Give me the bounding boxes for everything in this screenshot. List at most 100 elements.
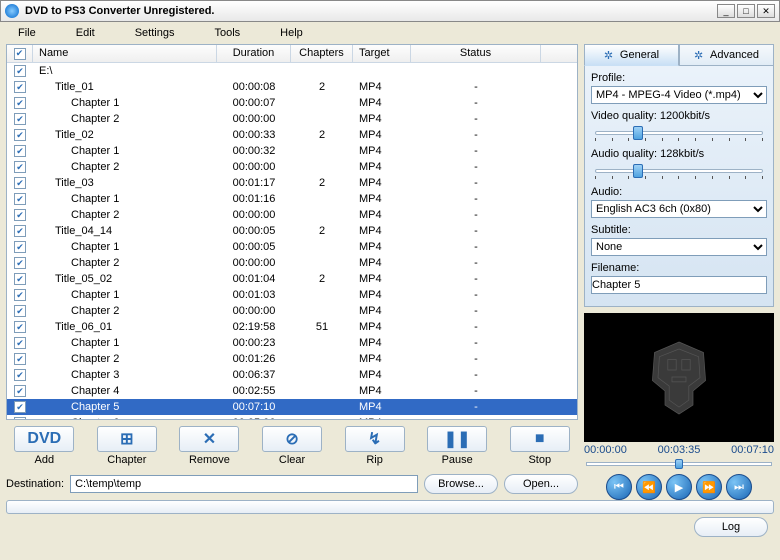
row-checkbox[interactable]: ✔ xyxy=(14,65,26,77)
clear-button[interactable]: ⊘Clear xyxy=(254,426,331,466)
table-row[interactable]: ✔ Title_02 00:00:33 2 MP4 - xyxy=(7,127,577,143)
play-button[interactable]: ▶ xyxy=(666,474,692,500)
col-name[interactable]: Name xyxy=(33,45,217,62)
row-checkbox[interactable]: ✔ xyxy=(14,273,26,285)
row-checkbox[interactable]: ✔ xyxy=(14,257,26,269)
row-checkbox[interactable]: ✔ xyxy=(14,337,26,349)
cell-status: - xyxy=(411,321,541,333)
button-label: Stop xyxy=(528,454,551,466)
remove-button[interactable]: ✕Remove xyxy=(171,426,248,466)
table-row[interactable]: ✔ Title_04_14 00:00:05 2 MP4 - xyxy=(7,223,577,239)
table-row[interactable]: ✔ Chapter 1 00:00:23 MP4 - xyxy=(7,335,577,351)
cell-target: MP4 xyxy=(353,353,411,365)
prev-button[interactable]: ⏮ xyxy=(606,474,632,500)
seek-slider[interactable] xyxy=(584,460,774,468)
table-row[interactable]: ✔ Chapter 1 00:00:05 MP4 - xyxy=(7,239,577,255)
table-row[interactable]: ✔ E:\ xyxy=(7,63,577,79)
next-button[interactable]: ⏭ xyxy=(726,474,752,500)
forward-button[interactable]: ⏩ xyxy=(696,474,722,500)
chapter-button[interactable]: ⊞Chapter xyxy=(89,426,166,466)
cell-status: - xyxy=(411,129,541,141)
open-button[interactable]: Open... xyxy=(504,474,578,494)
table-row[interactable]: ✔ Title_06_01 02:19:58 51 MP4 - xyxy=(7,319,577,335)
row-checkbox[interactable]: ✔ xyxy=(14,289,26,301)
row-checkbox[interactable]: ✔ xyxy=(14,145,26,157)
maximize-button[interactable]: □ xyxy=(737,4,755,18)
table-row[interactable]: ✔ Chapter 2 00:00:00 MP4 - xyxy=(7,303,577,319)
row-checkbox[interactable]: ✔ xyxy=(14,353,26,365)
table-body[interactable]: ✔ E:\ ✔ Title_01 00:00:08 2 MP4 -✔ Chapt… xyxy=(7,63,577,420)
menu-edit[interactable]: Edit xyxy=(76,27,95,39)
row-checkbox[interactable]: ✔ xyxy=(14,417,26,420)
button-label: Add xyxy=(35,454,55,466)
row-checkbox[interactable]: ✔ xyxy=(14,161,26,173)
pause-button[interactable]: ❚❚Pause xyxy=(419,426,496,466)
table-row[interactable]: ✔ Chapter 3 00:06:37 MP4 - xyxy=(7,367,577,383)
video-quality-slider[interactable] xyxy=(591,124,767,142)
destination-input[interactable] xyxy=(70,475,418,493)
tab-advanced[interactable]: ✲Advanced xyxy=(679,44,774,66)
table-row[interactable]: ✔ Title_05_02 00:01:04 2 MP4 - xyxy=(7,271,577,287)
subtitle-select[interactable]: None xyxy=(591,238,767,256)
row-checkbox[interactable]: ✔ xyxy=(14,209,26,221)
row-checkbox[interactable]: ✔ xyxy=(14,129,26,141)
table-row[interactable]: ✔ Chapter 2 00:00:00 MP4 - xyxy=(7,207,577,223)
cell-target: MP4 xyxy=(353,145,411,157)
col-target[interactable]: Target xyxy=(353,45,411,62)
row-checkbox[interactable]: ✔ xyxy=(14,177,26,189)
table-row[interactable]: ✔ Chapter 1 00:00:32 MP4 - xyxy=(7,143,577,159)
row-checkbox[interactable]: ✔ xyxy=(14,241,26,253)
row-checkbox[interactable]: ✔ xyxy=(14,193,26,205)
col-duration[interactable]: Duration xyxy=(217,45,291,62)
table-row[interactable]: ✔ Title_03 00:01:17 2 MP4 - xyxy=(7,175,577,191)
table-row[interactable]: ✔ Chapter 4 00:02:55 MP4 - xyxy=(7,383,577,399)
rip-button[interactable]: ↯Rip xyxy=(336,426,413,466)
row-checkbox[interactable]: ✔ xyxy=(14,113,26,125)
menu-settings[interactable]: Settings xyxy=(135,27,175,39)
row-checkbox[interactable]: ✔ xyxy=(14,305,26,317)
table-row[interactable]: ✔ Chapter 1 00:00:07 MP4 - xyxy=(7,95,577,111)
table-row[interactable]: ✔ Chapter 2 00:01:26 MP4 - xyxy=(7,351,577,367)
cell-target: MP4 xyxy=(353,177,411,189)
col-status[interactable]: Status xyxy=(411,45,541,62)
minimize-button[interactable]: _ xyxy=(717,4,735,18)
table-row[interactable]: ✔ Chapter 2 00:00:00 MP4 - xyxy=(7,255,577,271)
close-button[interactable]: ✕ xyxy=(757,4,775,18)
cell-duration: 00:02:55 xyxy=(217,385,291,397)
log-button[interactable]: Log xyxy=(694,517,768,537)
rewind-button[interactable]: ⏪ xyxy=(636,474,662,500)
add-button[interactable]: DVDAdd xyxy=(6,426,83,466)
table-row[interactable]: ✔ Chapter 5 00:07:10 MP4 - xyxy=(7,399,577,415)
settings-panel: Profile: MP4 - MPEG-4 Video (*.mp4) Vide… xyxy=(584,66,774,307)
table-row[interactable]: ✔ Chapter 1 00:01:03 MP4 - xyxy=(7,287,577,303)
row-checkbox[interactable]: ✔ xyxy=(14,81,26,93)
table-row[interactable]: ✔ Title_01 00:00:08 2 MP4 - xyxy=(7,79,577,95)
tab-general[interactable]: ✲General xyxy=(584,44,679,66)
filename-input[interactable] xyxy=(591,276,767,294)
audio-quality-slider[interactable] xyxy=(591,162,767,180)
menu-tools[interactable]: Tools xyxy=(214,27,240,39)
menu-help[interactable]: Help xyxy=(280,27,303,39)
audio-select[interactable]: English AC3 6ch (0x80) xyxy=(591,200,767,218)
preview-image xyxy=(644,337,714,417)
col-chapters[interactable]: Chapters xyxy=(291,45,353,62)
stop-button[interactable]: ■Stop xyxy=(501,426,578,466)
table-row[interactable]: ✔ Chapter 2 00:00:00 MP4 - xyxy=(7,111,577,127)
table-row[interactable]: ✔ Chapter 1 00:01:16 MP4 - xyxy=(7,191,577,207)
cell-target: MP4 xyxy=(353,417,411,420)
cell-status: - xyxy=(411,289,541,301)
row-checkbox[interactable]: ✔ xyxy=(14,369,26,381)
table-row[interactable]: ✔ Chapter 6 00:05:06 MP4 - xyxy=(7,415,577,420)
cell-duration: 00:00:05 xyxy=(217,225,291,237)
profile-select[interactable]: MP4 - MPEG-4 Video (*.mp4) xyxy=(591,86,767,104)
cell-duration: 00:01:04 xyxy=(217,273,291,285)
row-checkbox[interactable]: ✔ xyxy=(14,321,26,333)
select-all-checkbox[interactable]: ✔ xyxy=(14,48,26,60)
row-checkbox[interactable]: ✔ xyxy=(14,401,26,413)
row-checkbox[interactable]: ✔ xyxy=(14,97,26,109)
browse-button[interactable]: Browse... xyxy=(424,474,498,494)
row-checkbox[interactable]: ✔ xyxy=(14,385,26,397)
menu-file[interactable]: File xyxy=(18,27,36,39)
row-checkbox[interactable]: ✔ xyxy=(14,225,26,237)
table-row[interactable]: ✔ Chapter 2 00:00:00 MP4 - xyxy=(7,159,577,175)
